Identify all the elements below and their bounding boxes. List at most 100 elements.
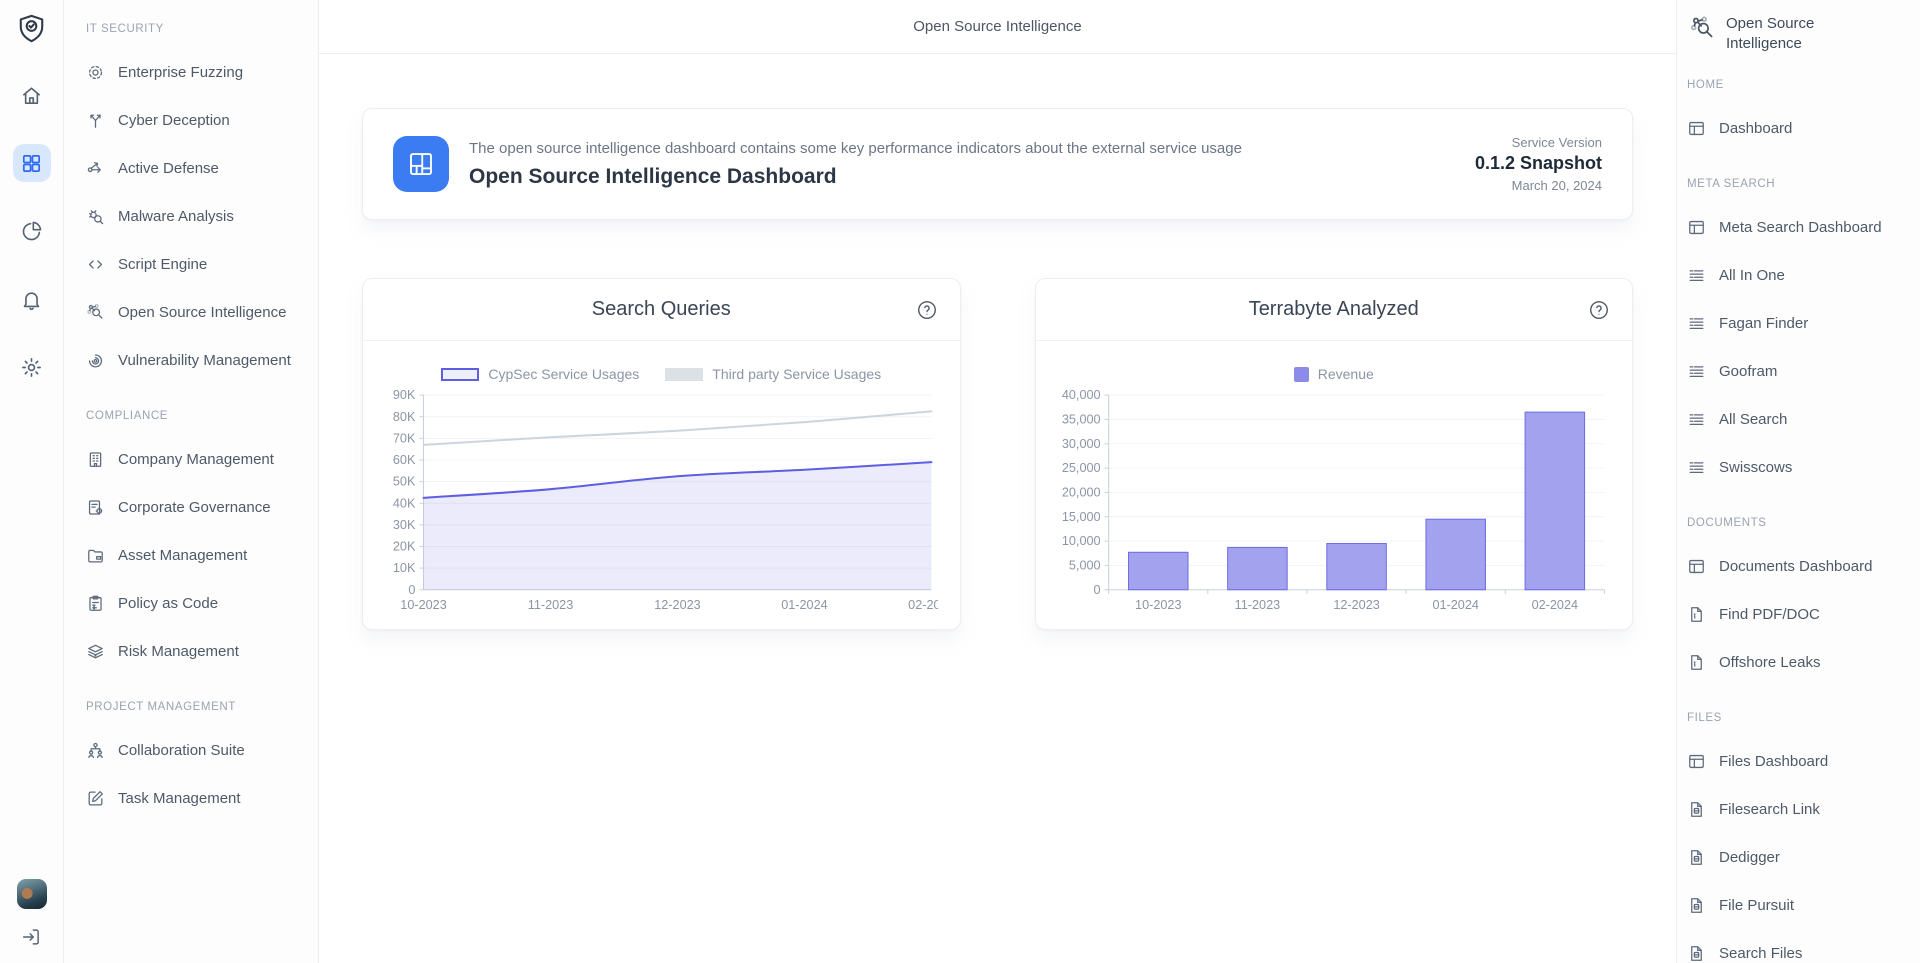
legend-item-cypsec-service-usages[interactable]: CypSec Service Usages — [441, 366, 639, 382]
info-card-title: Open Source Intelligence Dashboard — [469, 165, 1242, 189]
search-queries-card: Search Queries CypSec Service UsagesThir… — [362, 278, 961, 630]
chart-title: Terrabyte Analyzed — [1249, 298, 1419, 321]
sidebar-item-corporate-governance[interactable]: Corporate Governance — [86, 483, 308, 531]
user-avatar[interactable] — [17, 879, 47, 909]
sidebar-item-malware-analysis[interactable]: Malware Analysis — [86, 192, 308, 240]
svg-text:40K: 40K — [393, 496, 416, 510]
edit-square-icon — [86, 789, 105, 808]
sidebar-item-all-search[interactable]: All Search — [1687, 395, 1912, 443]
nav-section-compliance: COMPLIANCECompany ManagementCorporate Go… — [86, 407, 308, 675]
svg-text:01-2024: 01-2024 — [781, 598, 827, 612]
apps-grid-icon — [20, 152, 43, 175]
sidebar-item-offshore-leaks[interactable]: Offshore Leaks — [1687, 638, 1912, 686]
icon-rail — [0, 0, 64, 963]
nav-section-meta-search: META SEARCH Meta Search DashboardAll In O… — [1687, 175, 1912, 491]
sidebar-item-files-dashboard[interactable]: Files Dashboard — [1687, 737, 1912, 785]
sidebar-item-task-management[interactable]: Task Management — [86, 774, 308, 822]
file-box-icon — [1687, 944, 1706, 963]
fingerprint-icon — [86, 351, 105, 370]
sidebar-item-fagan-finder[interactable]: Fagan Finder — [1687, 299, 1912, 347]
rail-button-apps-grid[interactable] — [13, 144, 51, 182]
svg-text:10-2023: 10-2023 — [400, 598, 446, 612]
sidebar-item-all-in-one[interactable]: All In One — [1687, 251, 1912, 299]
sidebar-item-meta-search-dashboard[interactable]: Meta Search Dashboard — [1687, 203, 1912, 251]
svg-text:35,000: 35,000 — [1061, 412, 1100, 426]
sidebar-item-policy-as-code[interactable]: Policy as Code — [86, 579, 308, 627]
svg-text:30K: 30K — [393, 518, 416, 532]
sidebar-item-file-pursuit[interactable]: File Pursuit — [1687, 881, 1912, 929]
branch-icon — [86, 111, 105, 130]
sidebar-item-collaboration-suite[interactable]: Collaboration Suite — [86, 726, 308, 774]
section-title: DOCUMENTS — [1687, 514, 1912, 532]
sidebar-item-company-management[interactable]: Company Management — [86, 435, 308, 483]
sidebar-item-filesearch-link[interactable]: Filesearch Link — [1687, 785, 1912, 833]
list-icon — [1687, 314, 1706, 333]
sidebar-item-active-defense[interactable]: Active Defense — [86, 144, 308, 192]
sidebar-item-cyber-deception[interactable]: Cyber Deception — [86, 96, 308, 144]
info-card: The open source intelligence dashboard c… — [362, 108, 1633, 220]
chart-body: Revenue 05,00010,00015,00020,00025,00030… — [1036, 341, 1633, 622]
svg-text:80K: 80K — [393, 410, 416, 424]
network-arrows-icon — [86, 159, 105, 178]
info-card-text: The open source intelligence dashboard c… — [469, 140, 1242, 189]
page-title: Open Source Intelligence — [913, 18, 1081, 35]
left-sidebar: IT SECURITY Enterprise FuzzingCyber Decep… — [64, 0, 319, 963]
logout-button[interactable] — [20, 925, 44, 949]
bug-search-icon — [86, 207, 105, 226]
svg-text:12-2023: 12-2023 — [654, 598, 700, 612]
list-icon — [1687, 410, 1706, 429]
sidebar-item-enterprise-fuzzing[interactable]: Enterprise Fuzzing — [86, 48, 308, 96]
pie-chart-icon — [20, 220, 43, 243]
svg-text:50K: 50K — [393, 475, 416, 489]
help-icon[interactable] — [1588, 299, 1610, 321]
svg-text:40,000: 40,000 — [1061, 388, 1100, 402]
svg-text:10K: 10K — [393, 561, 416, 575]
section-title: HOME — [1687, 76, 1912, 94]
sidebar-item-dedigger[interactable]: Dedigger — [1687, 833, 1912, 881]
sidebar-item-open-source-intelligence[interactable]: Open Source Intelligence — [86, 288, 308, 336]
section-title: META SEARCH — [1687, 175, 1912, 193]
molecule-search-icon — [1689, 15, 1716, 42]
svg-text:70K: 70K — [393, 431, 416, 445]
legend-item-third-party-service-usages[interactable]: Third party Service Usages — [665, 366, 881, 382]
nav-section-it-security: IT SECURITY Enterprise FuzzingCyber Decep… — [86, 20, 308, 384]
legend-swatch — [1294, 367, 1309, 382]
rail-button-home[interactable] — [13, 76, 51, 114]
legend-swatch — [665, 368, 703, 381]
sidebar-item-documents-dashboard[interactable]: Documents Dashboard — [1687, 542, 1912, 590]
target-icon — [86, 63, 105, 82]
molecule-search-icon — [86, 303, 105, 322]
rail-button-bell[interactable] — [13, 280, 51, 318]
sidebar-item-vulnerability-management[interactable]: Vulnerability Management — [86, 336, 308, 384]
window-icon — [1687, 218, 1706, 237]
sidebar-item-search-files[interactable]: Search Files — [1687, 929, 1912, 963]
nav-section-documents: DOCUMENTS Documents DashboardFind PDF/DOC… — [1687, 514, 1912, 686]
legend-swatch — [441, 368, 479, 381]
list-icon — [1687, 362, 1706, 381]
main-content: The open source intelligence dashboard c… — [319, 54, 1676, 630]
svg-text:10,000: 10,000 — [1061, 534, 1100, 548]
svg-text:20,000: 20,000 — [1061, 485, 1100, 499]
sidebar-item-asset-management[interactable]: Asset Management — [86, 531, 308, 579]
service-version-block: Service Version 0.1.2 Snapshot March 20,… — [1475, 135, 1602, 193]
sidebar-item-script-engine[interactable]: Script Engine — [86, 240, 308, 288]
legend-item-revenue[interactable]: Revenue — [1294, 366, 1374, 382]
help-icon[interactable] — [916, 299, 938, 321]
sidebar-item-find-pdf-doc[interactable]: Find PDF/DOC — [1687, 590, 1912, 638]
rail-button-gear[interactable] — [13, 348, 51, 386]
logout-icon — [20, 926, 42, 948]
rail-button-pie-chart[interactable] — [13, 212, 51, 250]
chart-header: Terrabyte Analyzed — [1036, 279, 1633, 341]
svg-text:15,000: 15,000 — [1061, 510, 1100, 524]
sidebar-item-risk-management[interactable]: Risk Management — [86, 627, 308, 675]
section-title: IT SECURITY — [86, 20, 308, 38]
svg-text:20K: 20K — [393, 540, 416, 554]
sidebar-item-dashboard[interactable]: Dashboard — [1687, 104, 1912, 152]
sidebar-item-swisscows[interactable]: Swisscows — [1687, 443, 1912, 491]
sidebar-item-goofram[interactable]: Goofram — [1687, 347, 1912, 395]
file-box-icon — [1687, 896, 1706, 915]
svg-text:90K: 90K — [393, 388, 416, 402]
clipboard-icon — [86, 594, 105, 613]
terrabyte-analyzed-plot bar-chart: 05,00010,00015,00020,00025,00030,00035,0… — [1058, 387, 1611, 622]
code-icon — [86, 255, 105, 274]
